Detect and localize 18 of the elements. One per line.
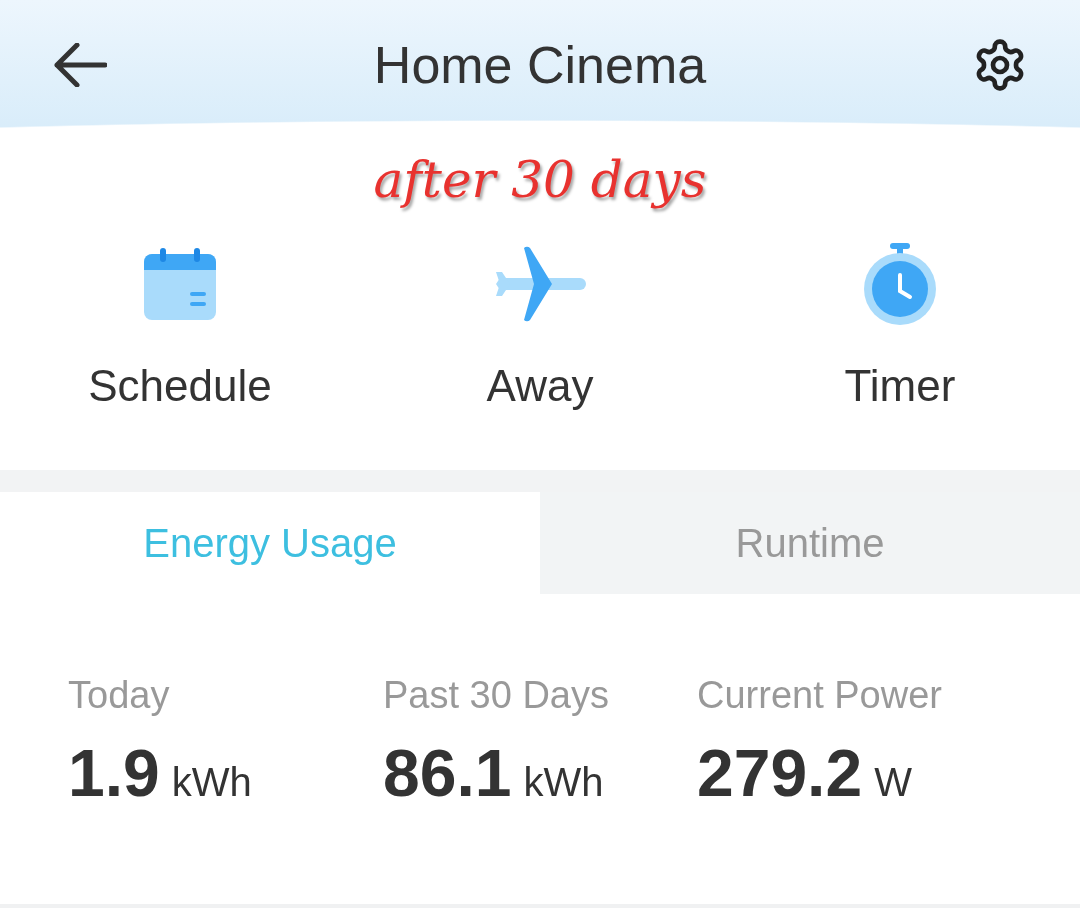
page-title: Home Cinema	[373, 35, 707, 96]
stat-value: 1.9	[68, 735, 160, 811]
back-arrow-icon	[53, 43, 107, 87]
stat-value: 279.2	[697, 735, 863, 811]
stat-label: Past 30 Days	[383, 674, 610, 717]
stat-value: 86.1	[383, 735, 512, 811]
mode-button[interactable]: Schedule	[0, 243, 360, 411]
stat-unit: kWh	[523, 760, 604, 805]
mode-button[interactable]: Timer	[720, 243, 1080, 411]
handwritten-annotation: after 30 days	[373, 150, 707, 211]
airplane-icon	[494, 246, 586, 322]
stat-unit: kWh	[171, 760, 252, 805]
mode-button[interactable]: Away	[360, 243, 720, 411]
stopwatch-icon	[862, 243, 938, 325]
stat-label: Today	[68, 674, 171, 717]
calendar-icon	[142, 246, 218, 322]
stat-label: Current Power	[697, 674, 943, 717]
stat-unit: W	[874, 760, 912, 805]
